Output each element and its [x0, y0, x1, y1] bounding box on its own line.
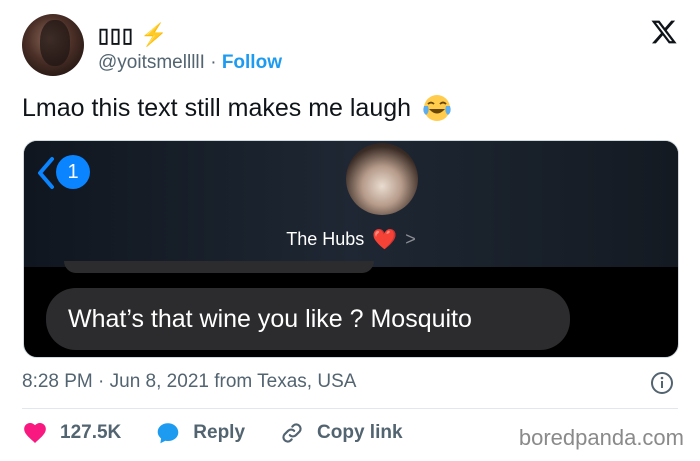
- author-name-row: ▯▯▯ ⚡: [98, 22, 167, 48]
- tweet-actions: 127.5K Reply Copy link: [22, 420, 437, 446]
- tweet-text: Lmao this text still makes me laugh: [22, 93, 412, 122]
- link-icon: [282, 423, 302, 443]
- message-bubble: What’s that wine you like ? Mosquito: [46, 288, 570, 350]
- unread-count-badge: 1: [56, 155, 90, 189]
- copy-link-label: Copy link: [317, 422, 403, 443]
- contact-photo: [346, 143, 418, 215]
- tears-of-joy-emoji-icon: [423, 95, 451, 121]
- divider: [22, 408, 678, 409]
- reply-button[interactable]: Reply: [155, 420, 245, 446]
- heart-icon: [24, 423, 46, 443]
- tweet-header: ▯▯▯ ⚡ @yoitsmellllI · Follow: [22, 14, 682, 80]
- lightning-bolt-icon: ⚡: [140, 22, 168, 47]
- contact-name-row: The Hubs ❤️ >: [24, 227, 678, 252]
- author-handle[interactable]: @yoitsmellllI: [98, 52, 205, 73]
- follow-button[interactable]: Follow: [222, 52, 282, 73]
- previous-message-bubble: [64, 261, 374, 273]
- contact-name: The Hubs: [286, 229, 365, 249]
- chevron-right-icon: >: [405, 229, 416, 249]
- like-button[interactable]: 127.5K: [22, 420, 121, 446]
- red-heart-emoji-icon: ❤️: [372, 229, 398, 251]
- tweet-timestamp[interactable]: 8:28 PM · Jun 8, 2021 from Texas, USA: [22, 371, 356, 393]
- x-logo-icon[interactable]: [650, 18, 678, 46]
- author-display-name[interactable]: ▯▯▯: [98, 23, 134, 48]
- reply-label: Reply: [193, 422, 246, 443]
- copy-link-button[interactable]: Copy link: [279, 420, 403, 446]
- tweet-media-screenshot[interactable]: 1 The Hubs ❤️ > What’s that wine you lik…: [23, 140, 679, 358]
- avatar[interactable]: [22, 14, 84, 76]
- reply-bubble-icon: [157, 423, 179, 444]
- tweet-text-row: Lmao this text still makes me laugh: [22, 92, 453, 124]
- separator-dot: ·: [210, 52, 217, 73]
- info-icon[interactable]: [650, 371, 674, 395]
- back-chevron-icon: [38, 157, 54, 189]
- like-count: 127.5K: [60, 422, 122, 443]
- source-watermark: boredpanda.com: [518, 425, 684, 450]
- author-handle-row: @yoitsmellllI · Follow: [98, 52, 282, 74]
- imessage-header: 1 The Hubs ❤️ >: [24, 141, 678, 273]
